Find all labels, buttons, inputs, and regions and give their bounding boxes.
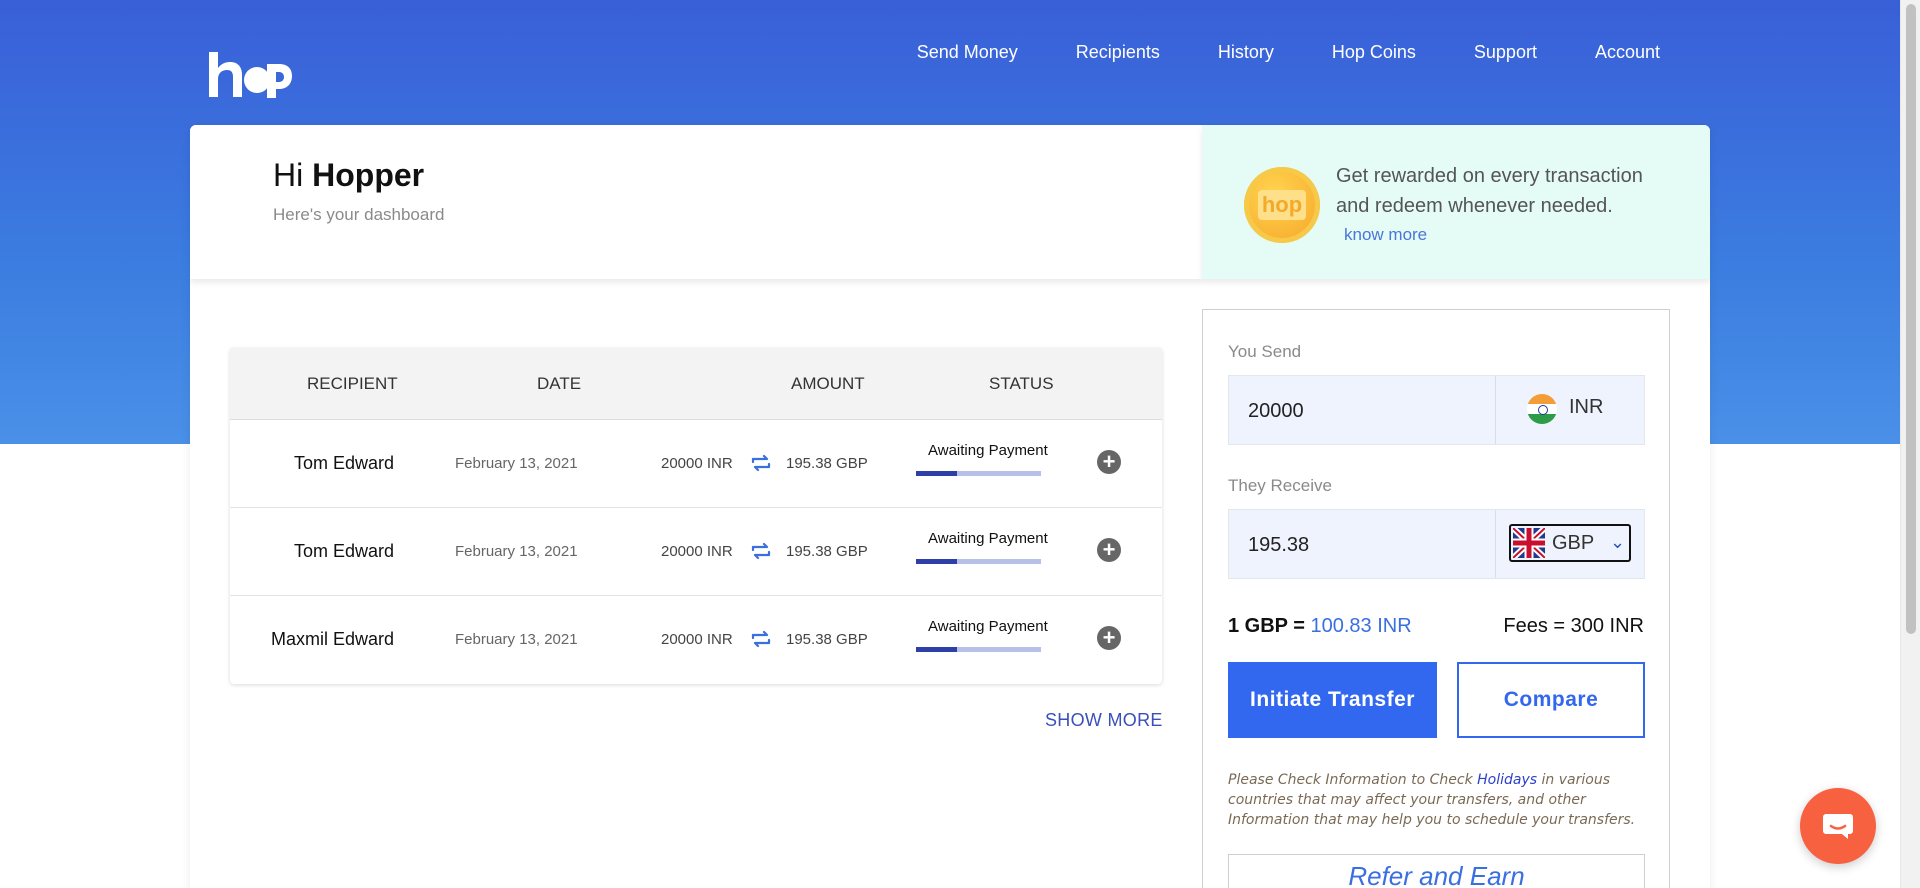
receive-amount: 195.38 GBP (786, 455, 868, 472)
greeting-title: Hi Hopper (273, 157, 424, 194)
scrollbar-thumb[interactable] (1906, 4, 1916, 634)
chevron-down-icon: ⌄ (1610, 532, 1626, 552)
nav-send-money[interactable]: Send Money (917, 42, 1018, 63)
progress-fill (916, 559, 958, 564)
greeting-hi: Hi (273, 157, 304, 193)
promo-text: Get rewarded on every transaction and re… (1336, 165, 1643, 217)
hop-coin-icon: hop (1244, 167, 1320, 243)
table-row[interactable]: Maxmil Edward February 13, 2021 20000 INR 1… (230, 596, 1162, 684)
col-amount: AMOUNT (791, 374, 865, 393)
send-amount: 20000 INR (661, 631, 733, 648)
recipient-name: Tom Edward (293, 453, 394, 473)
expand-plus-icon[interactable]: + (1097, 626, 1121, 650)
receive-amount-field: 195.38 GBP ⌄ (1228, 509, 1645, 579)
receive-currency-cell: GBP ⌄ (1495, 510, 1646, 578)
status-progress-bar (916, 559, 1041, 564)
nav-account[interactable]: Account (1595, 42, 1660, 63)
you-send-label: You Send (1228, 342, 1302, 361)
send-amount: 20000 INR (661, 455, 733, 472)
fees-text: Fees = 300 INR (1503, 615, 1644, 637)
receive-amount-input[interactable]: 195.38 (1248, 534, 1309, 557)
know-more-link[interactable]: know more (1344, 225, 1427, 245)
receive-currency-code: GBP (1552, 532, 1595, 554)
status-progress-bar (916, 647, 1041, 652)
transaction-date: February 13, 2021 (455, 455, 578, 472)
page-scrollbar[interactable] (1900, 0, 1920, 888)
holiday-info-text: Please Check Information to Check Holida… (1228, 770, 1648, 830)
chat-icon (1823, 814, 1853, 839)
initiate-transfer-button[interactable]: Initiate Transfer (1228, 662, 1437, 738)
transactions-table: RECIPIENT DATE AMOUNT STATUS Tom Edward F… (230, 348, 1162, 684)
rate-prefix: 1 GBP = (1228, 615, 1305, 637)
table-header: RECIPIENT DATE AMOUNT STATUS (230, 348, 1162, 420)
col-date: DATE (537, 374, 582, 393)
nav-recipients[interactable]: Recipients (1076, 42, 1160, 63)
logo-mark (209, 52, 292, 98)
col-status: STATUS (989, 374, 1054, 393)
receive-amount: 195.38 GBP (786, 631, 868, 648)
transaction-date: February 13, 2021 (455, 631, 578, 648)
holidays-link[interactable]: Holidays (1477, 772, 1537, 788)
greeting-subtitle: Here's your dashboard (273, 205, 445, 224)
nav-support[interactable]: Support (1474, 42, 1537, 63)
receive-amount: 195.38 GBP (786, 543, 868, 560)
exchange-arrows-icon (748, 450, 774, 476)
table-row[interactable]: Tom Edward February 13, 2021 20000 INR 195.… (230, 420, 1162, 508)
rewards-promo: hop Get rewarded on every transaction an… (1202, 125, 1710, 279)
main-nav: Send Money Recipients History Hop Coins … (917, 42, 1660, 63)
send-amount: 20000 INR (661, 543, 733, 560)
transaction-date: February 13, 2021 (455, 543, 578, 560)
compare-button[interactable]: Compare (1457, 662, 1645, 738)
status-text: Awaiting Payment (928, 530, 1048, 547)
recipient-name: Maxmil Edward (270, 629, 394, 649)
india-flag-icon (1527, 394, 1557, 424)
uk-flag-icon (1513, 528, 1545, 558)
hop-logo[interactable] (205, 50, 295, 100)
status-text: Awaiting Payment (928, 618, 1048, 635)
send-amount-input[interactable]: 20000 (1248, 400, 1304, 423)
user-name: Hopper (312, 157, 425, 193)
expand-plus-icon[interactable]: + (1097, 450, 1121, 474)
send-currency-selector[interactable]: INR (1495, 376, 1646, 444)
progress-fill (916, 471, 958, 476)
col-recipient: RECIPIENT (307, 374, 398, 393)
exchange-arrows-icon (748, 538, 774, 564)
nav-history[interactable]: History (1218, 42, 1274, 63)
exchange-rate: 1 GBP = 100.83 INR (1228, 615, 1412, 638)
info-text-start: Please Check Information to Check (1228, 772, 1478, 788)
show-more-button[interactable]: SHOW MORE (1045, 710, 1163, 731)
exchange-arrows-icon (748, 626, 774, 652)
recipient-name: Tom Edward (293, 541, 394, 561)
transfer-calculator: You Send 20000 INR They Receive 195.38 G… (1202, 309, 1670, 888)
status-progress-bar (916, 471, 1041, 476)
rate-value: 100.83 INR (1310, 615, 1412, 637)
they-receive-label: They Receive (1228, 476, 1332, 495)
expand-plus-icon[interactable]: + (1097, 538, 1121, 562)
coin-label: hop (1257, 190, 1307, 220)
greeting-panel: Hi Hopper Here's your dashboard (190, 125, 1202, 279)
table-row[interactable]: Tom Edward February 13, 2021 20000 INR 195.… (230, 508, 1162, 596)
progress-fill (916, 647, 958, 652)
send-currency-code: INR (1569, 396, 1604, 418)
status-text: Awaiting Payment (928, 442, 1048, 459)
refer-and-earn-button[interactable]: Refer and Earn (1228, 854, 1645, 888)
nav-hop-coins[interactable]: Hop Coins (1332, 42, 1416, 63)
chat-widget-button[interactable] (1800, 788, 1876, 864)
send-amount-field: 20000 INR (1228, 375, 1645, 445)
dashboard-card: Hi Hopper Here's your dashboard hop Get … (190, 125, 1710, 888)
receive-currency-dropdown[interactable]: GBP ⌄ (1509, 524, 1631, 562)
